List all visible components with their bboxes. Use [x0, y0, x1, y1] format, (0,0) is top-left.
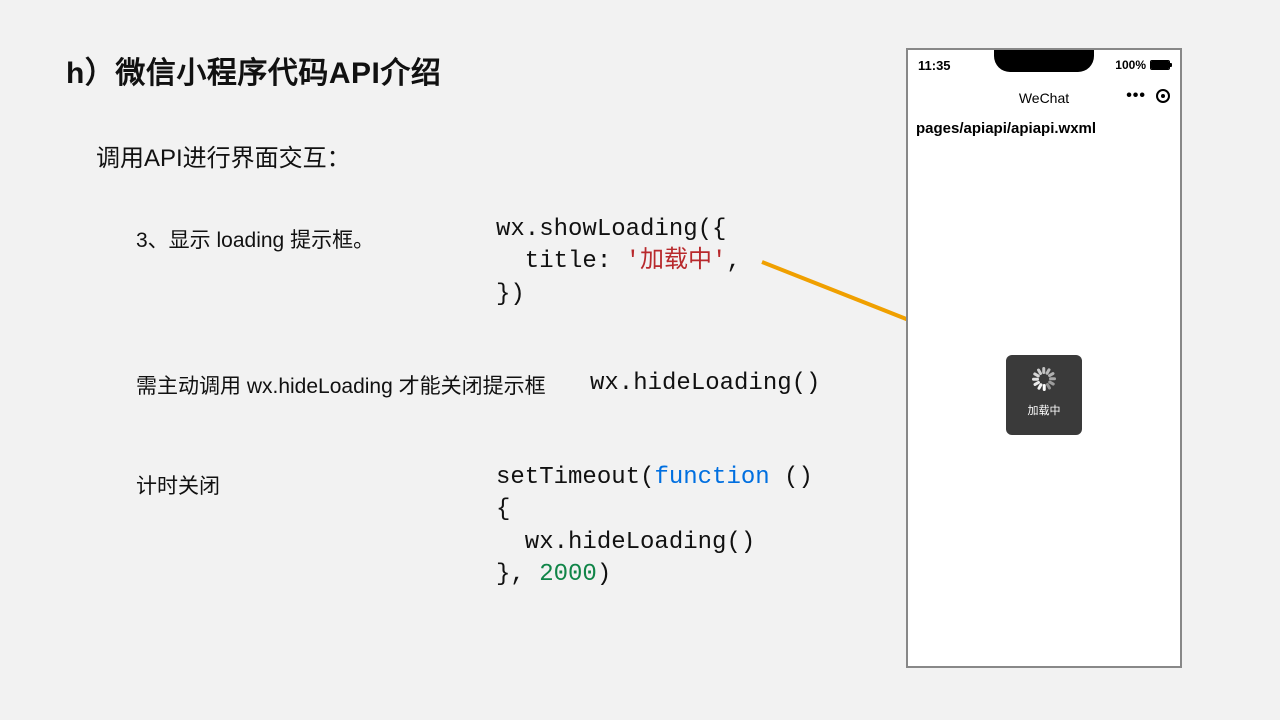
- code-block-showloading: wx.showLoading({ title: '加载中', }): [496, 214, 741, 311]
- code-keyword: function: [654, 464, 769, 491]
- code-line: (): [770, 464, 813, 491]
- slide: h）微信小程序代码API介绍 调用API进行界面交互： 3、显示 loading…: [0, 0, 1280, 720]
- code-line: wx.hideLoading(): [496, 529, 755, 556]
- phone-notch: [994, 50, 1094, 72]
- status-time: 11:35: [918, 58, 951, 73]
- code-block-hideloading: wx.hideLoading(): [590, 368, 820, 400]
- row3-label: 计时关闭: [136, 470, 220, 500]
- code-punct: ,: [726, 248, 740, 275]
- code-line: ): [597, 561, 611, 588]
- code-number: 2000: [539, 561, 597, 588]
- phone-mockup: 11:35 100% WeChat ••• pages/apiapi/apiap…: [906, 48, 1182, 668]
- row2-label: 需主动调用 wx.hideLoading 才能关闭提示框: [136, 370, 546, 400]
- page-path: pages/apiapi/apiapi.wxml: [916, 120, 1096, 137]
- row1-label: 3、显示 loading 提示框。: [136, 224, 374, 254]
- code-line: {: [496, 496, 510, 523]
- slide-title: h）微信小程序代码API介绍: [66, 48, 441, 92]
- code-line: }): [496, 281, 525, 308]
- code-string: '加载中': [626, 248, 727, 275]
- battery-text: 100%: [1115, 58, 1146, 72]
- more-icon[interactable]: •••: [1126, 88, 1146, 104]
- toast-text: 加载中: [1028, 402, 1061, 418]
- battery-icon: [1150, 60, 1170, 70]
- code-line: wx.showLoading({: [496, 216, 726, 243]
- loading-toast: 加载中: [1006, 355, 1082, 435]
- code-line: },: [496, 561, 539, 588]
- code-block-timeout: setTimeout(function () { wx.hideLoading(…: [496, 462, 813, 592]
- target-icon[interactable]: [1156, 89, 1170, 103]
- spinner-icon: [1032, 372, 1056, 396]
- slide-subtitle: 调用API进行界面交互：: [96, 138, 351, 173]
- nav-right: •••: [1126, 88, 1170, 104]
- code-line: setTimeout(: [496, 464, 654, 491]
- code-line: title:: [496, 248, 626, 275]
- status-battery: 100%: [1115, 58, 1170, 72]
